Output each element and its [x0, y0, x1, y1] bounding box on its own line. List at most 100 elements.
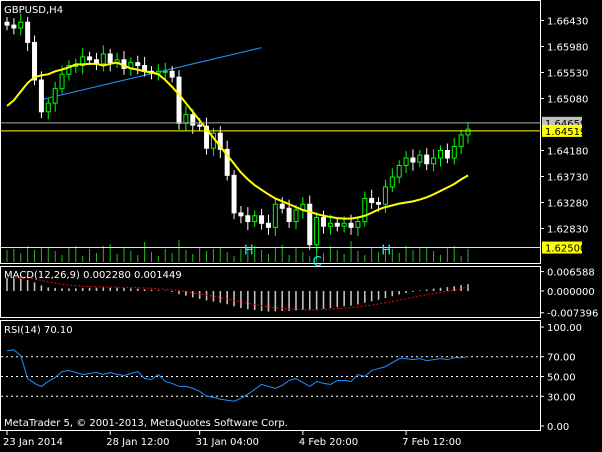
time-tick-label: 31 Jan 04:00: [196, 437, 259, 448]
candle-body: [252, 215, 258, 223]
pattern-label: H: [381, 243, 391, 258]
candle-body: [389, 176, 395, 188]
candle: [176, 70, 182, 130]
candle-body: [52, 88, 58, 104]
candle-body: [4, 21, 10, 26]
moving-average-group: [6, 61, 469, 220]
candle-body: [38, 79, 44, 113]
hline-2-label: 1.64519: [545, 127, 586, 138]
chart-title: GBPUSD,H4: [4, 5, 63, 16]
candle: [128, 57, 134, 76]
candle: [52, 81, 58, 112]
candle-body: [279, 203, 285, 209]
rsi-line: [6, 349, 469, 402]
candle-body: [465, 128, 471, 136]
candle-body: [341, 222, 347, 227]
time-tick-label: 4 Feb 20:00: [299, 437, 358, 448]
candle-body: [348, 222, 354, 228]
candle-body: [293, 209, 299, 223]
candle: [38, 71, 44, 119]
candle-body: [369, 197, 375, 203]
price-tick-label: 1.65080: [547, 94, 588, 105]
candle: [355, 216, 361, 236]
candle: [369, 189, 375, 209]
candle-body: [190, 114, 196, 126]
candle-body: [176, 76, 182, 124]
candle-body: [25, 21, 31, 43]
candle-body: [403, 157, 409, 167]
candle: [107, 48, 113, 72]
candle-body: [265, 222, 271, 228]
time-axis: 23 Jan 2014 28 Jan 12:00 31 Jan 04:00 4 Feb…: [3, 431, 461, 448]
price-tick-label: 1.66430: [547, 16, 588, 27]
candle: [18, 13, 24, 36]
horizontal-lines[interactable]: 1.646591.645191.62500: [1, 116, 586, 255]
candle: [314, 212, 320, 252]
candle: [231, 170, 237, 220]
candle-body: [245, 215, 251, 223]
candle: [424, 148, 430, 171]
candle: [362, 191, 368, 227]
candle: [238, 205, 244, 224]
candle: [100, 45, 106, 72]
candle: [259, 208, 265, 230]
candle: [155, 64, 161, 81]
rsi-tick-label: 70.00: [547, 353, 576, 364]
candle: [45, 97, 51, 120]
candle: [25, 17, 31, 52]
pattern-label: C: [313, 255, 322, 270]
macd-tick-label: 0.000000: [547, 287, 595, 298]
candle-body: [334, 222, 340, 227]
candle: [465, 122, 471, 144]
candle-body: [431, 157, 437, 165]
candle: [142, 56, 148, 77]
candle: [444, 143, 450, 164]
candle-body: [197, 124, 203, 127]
candle: [321, 210, 327, 234]
candle: [210, 127, 216, 156]
candle-body: [314, 217, 320, 246]
candle-body: [321, 217, 327, 227]
candle-body: [162, 70, 168, 73]
candle-body: [444, 149, 450, 159]
rsi-tick-label: 100.00: [547, 323, 582, 334]
rsi-group: 100.00 70.00 50.00 30.00 0.00: [1, 323, 582, 433]
candle-body: [417, 154, 423, 163]
candle-body: [87, 56, 93, 61]
candle-body: [424, 154, 430, 165]
rsi-tick-label: 50.00: [547, 373, 576, 384]
candle-body: [451, 145, 457, 159]
candle: [451, 137, 457, 165]
candle-body: [32, 41, 38, 81]
candle-body: [231, 174, 237, 214]
candle: [183, 106, 189, 131]
candle: [458, 129, 464, 154]
candle-body: [107, 53, 113, 64]
candle-body: [135, 62, 141, 67]
candles: [4, 13, 471, 252]
candle: [162, 62, 168, 80]
time-tick-label: 7 Feb 12:00: [402, 437, 461, 448]
candle: [417, 149, 423, 168]
candle-body: [437, 149, 443, 159]
macd-tick-label: 0.006588: [547, 268, 595, 279]
candle-body: [362, 197, 368, 223]
candle: [272, 199, 278, 236]
rsi-panel-frame: [0, 320, 541, 431]
candle-body: [286, 207, 292, 223]
candle: [245, 207, 251, 231]
candle-body: [11, 24, 17, 29]
macd-tick-label: -0.007396: [547, 309, 598, 320]
candle-body: [382, 186, 388, 205]
price-tick-label: 1.63280: [547, 198, 588, 209]
candle: [80, 48, 86, 75]
candle: [121, 51, 127, 75]
candle-body: [183, 114, 189, 124]
candle-body: [458, 134, 464, 147]
candle-body: [410, 157, 416, 163]
price-tick-label: 1.62830: [547, 224, 588, 235]
moving-average-line: [6, 61, 469, 220]
candle-body: [355, 221, 361, 228]
time-tick-label: 28 Jan 12:00: [106, 437, 169, 448]
candle-body: [45, 102, 51, 113]
